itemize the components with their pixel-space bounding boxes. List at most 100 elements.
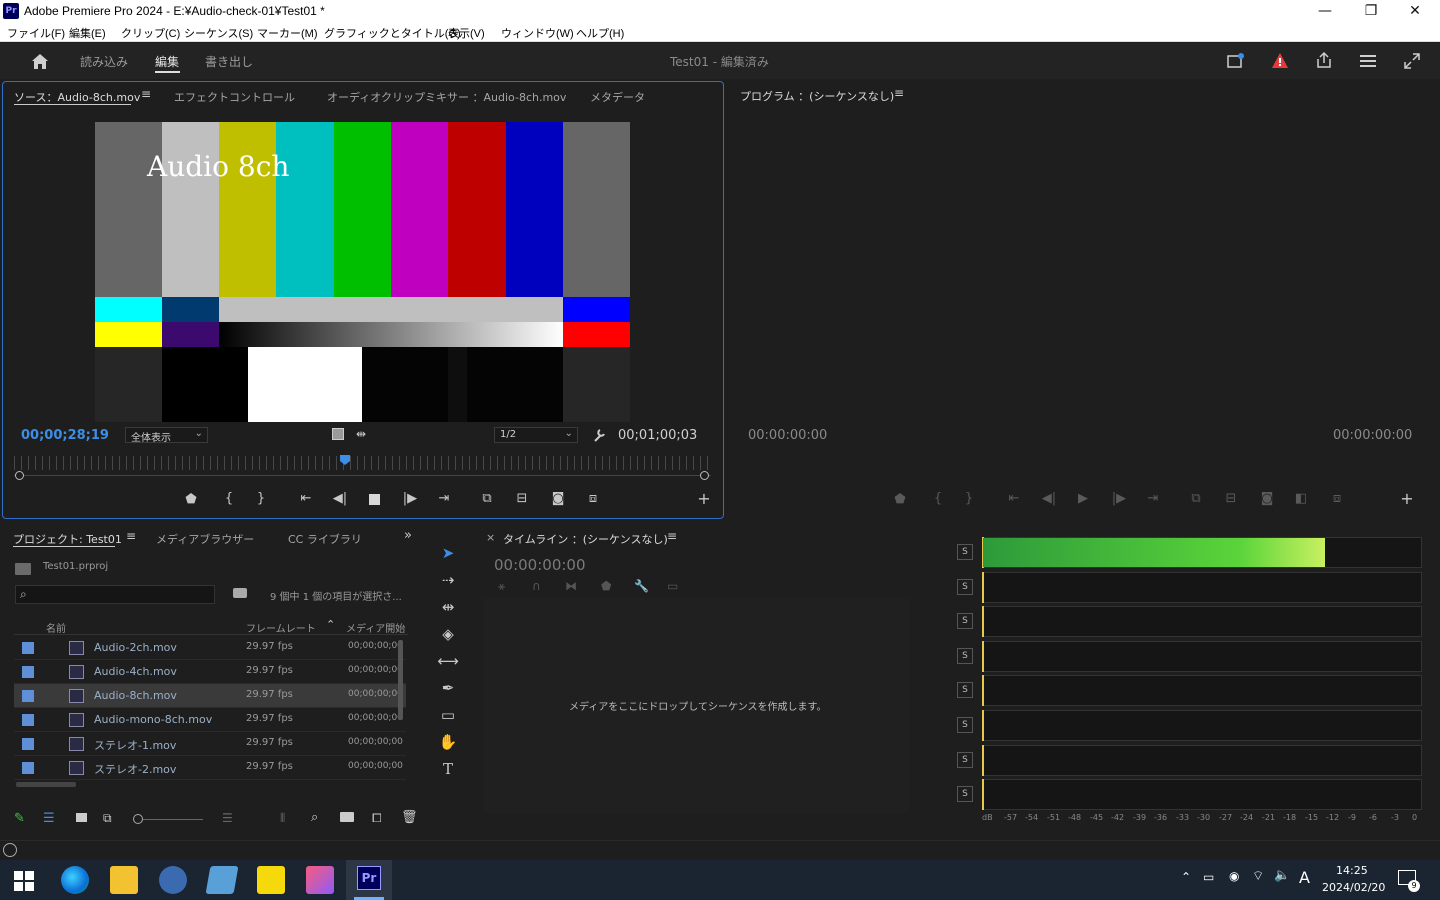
insert-overwrite-icon[interactable]: ⇹: [356, 427, 366, 441]
solo-button[interactable]: S: [957, 578, 973, 595]
zoom-slider-handle[interactable]: [133, 814, 143, 824]
clip-name[interactable]: ステレオ-1.mov: [94, 737, 176, 753]
menu-clip[interactable]: クリップ(C): [121, 25, 180, 41]
menu-file[interactable]: ファイル(F): [7, 25, 65, 41]
tab-import[interactable]: 読み込み: [80, 53, 128, 70]
stop-icon[interactable]: [369, 494, 380, 505]
camera-icon[interactable]: ◙: [1255, 491, 1279, 506]
zoom-slider-track[interactable]: [143, 819, 203, 820]
trash-icon[interactable]: 🗑: [401, 810, 418, 825]
tab-cc-libraries[interactable]: CC ライブラリ: [288, 531, 362, 547]
mark-in-icon[interactable]: {: [926, 491, 950, 506]
quick-export-icon[interactable]: [1227, 53, 1245, 69]
tab-project[interactable]: プロジェクト: Test01: [13, 531, 122, 547]
new-bin-icon[interactable]: [340, 812, 354, 822]
sort-icons-icon[interactable]: ☰: [222, 811, 233, 825]
menu-help[interactable]: ヘルプ(H): [576, 25, 624, 41]
wifi-icon[interactable]: ⌔: [1252, 868, 1264, 884]
background-tasks-icon[interactable]: [3, 843, 17, 857]
go-to-out-icon[interactable]: ⇥: [1141, 491, 1165, 506]
camera-icon[interactable]: ◙: [546, 491, 570, 506]
tab-export[interactable]: 書き出し: [205, 53, 253, 70]
menu-graphics[interactable]: グラフィックとタイトル(G): [324, 25, 461, 41]
go-to-in-icon[interactable]: ⇤: [1002, 491, 1026, 506]
clip-name[interactable]: Audio-2ch.mov: [94, 641, 177, 654]
step-back-icon[interactable]: ◀|: [1037, 491, 1061, 506]
multicam-icon[interactable]: ⧈: [581, 491, 605, 506]
mark-out-icon[interactable]: }: [957, 491, 981, 506]
project-list-scrollbar[interactable]: [398, 640, 403, 720]
edge-browser-icon[interactable]: [61, 866, 89, 894]
windows-start-icon[interactable]: [14, 871, 34, 891]
label-color-swatch[interactable]: [22, 714, 34, 726]
menu-window[interactable]: ウィンドウ(W): [501, 25, 574, 41]
menu-sequence[interactable]: シーケンス(S): [184, 25, 253, 41]
table-row[interactable]: ステレオ-2.mov 29.97 fps 00;00;00;00: [14, 756, 406, 780]
ripple-edit-tool-icon[interactable]: ⇹: [436, 595, 460, 619]
label-color-swatch[interactable]: [22, 666, 34, 678]
add-marker-icon[interactable]: ⬟: [601, 579, 611, 593]
panel-menu-icon[interactable]: ≡: [894, 86, 904, 100]
warning-icon[interactable]: [1271, 52, 1289, 69]
step-back-icon[interactable]: ◀|: [328, 491, 352, 506]
tab-effect-controls[interactable]: エフェクトコントロール: [174, 89, 295, 105]
speaker-icon[interactable]: 🔈: [1274, 868, 1290, 883]
column-name[interactable]: 名前: [46, 620, 66, 635]
taskbar-clock-date[interactable]: 2024/02/20: [1322, 881, 1385, 894]
hand-tool-icon[interactable]: ✋: [436, 730, 460, 754]
panel-menu-icon[interactable]: ≡: [141, 87, 151, 101]
add-marker-icon[interactable]: ⬟: [179, 492, 203, 507]
table-row[interactable]: Audio-8ch.mov 29.97 fps 00;00;00;00: [14, 684, 406, 708]
menu-marker[interactable]: マーカー(M): [257, 25, 318, 41]
paint-app-icon[interactable]: [159, 866, 187, 894]
zoom-level-select[interactable]: 全体表示 ⌄: [125, 427, 208, 444]
razor-tool-icon[interactable]: ◈: [436, 622, 460, 646]
table-row[interactable]: Audio-2ch.mov 29.97 fps 00;00;00;00: [14, 636, 406, 660]
scroll-handle-right[interactable]: [700, 471, 709, 480]
overwrite-icon[interactable]: ⊟: [510, 491, 534, 506]
tab-timeline[interactable]: タイムライン ：(シーケンスなし): [503, 531, 668, 547]
solo-button[interactable]: S: [957, 647, 973, 664]
pen-tool-icon[interactable]: ✒: [436, 676, 460, 700]
button-editor-plus-icon[interactable]: +: [692, 489, 716, 508]
tab-media-browser[interactable]: メディアブラウザー: [156, 531, 254, 547]
solo-button[interactable]: S: [957, 613, 973, 630]
write-lock-pencil-icon[interactable]: ✎: [14, 811, 25, 826]
insert-icon[interactable]: ⧉: [475, 491, 499, 506]
nest-icon[interactable]: ⚹: [498, 579, 505, 594]
solo-button[interactable]: S: [957, 751, 973, 768]
track-select-tool-icon[interactable]: ⇢: [436, 568, 460, 592]
table-row[interactable]: ステレオ-1.mov 29.97 fps 00;00;00;00: [14, 732, 406, 756]
menu-view[interactable]: 表示(V): [448, 25, 485, 41]
taskbar-clock-time[interactable]: 14:25: [1336, 864, 1368, 877]
menu-edit[interactable]: 編集(E): [69, 25, 106, 41]
table-row[interactable]: Audio-4ch.mov 29.97 fps 00;00;00;00: [14, 660, 406, 684]
automate-to-sequence-icon[interactable]: ⦀: [280, 811, 285, 826]
clip-name[interactable]: Audio-8ch.mov: [94, 689, 177, 702]
step-forward-icon[interactable]: |▶: [398, 491, 422, 506]
source-current-timecode[interactable]: 00;00;28;19: [21, 428, 109, 443]
selection-tool-icon[interactable]: ➤: [436, 541, 460, 565]
solo-button[interactable]: S: [957, 682, 973, 699]
solo-button[interactable]: S: [957, 717, 973, 733]
panel-menu-icon[interactable]: ≡: [667, 529, 677, 543]
playback-resolution-select[interactable]: 1/2 ⌄: [494, 427, 578, 443]
share-icon[interactable]: [1315, 51, 1333, 69]
home-icon[interactable]: [30, 52, 50, 70]
slip-tool-icon[interactable]: ⟷: [436, 649, 460, 673]
panel-menu-icon[interactable]: ≡: [126, 529, 136, 543]
type-tool-icon[interactable]: T: [436, 757, 460, 781]
creative-cloud-icon[interactable]: [306, 866, 334, 894]
source-scroll-track[interactable]: [14, 475, 711, 476]
freeform-view-icon[interactable]: ⧉: [103, 811, 112, 826]
column-frame-rate[interactable]: フレームレート: [246, 620, 316, 635]
snap-icon[interactable]: ∩: [532, 579, 541, 593]
close-timeline-icon[interactable]: ×: [486, 531, 495, 544]
icon-view-icon[interactable]: [76, 813, 87, 822]
close-button[interactable]: ✕: [1392, 0, 1438, 22]
clip-name[interactable]: Audio-mono-8ch.mov: [94, 713, 212, 726]
captions-icon[interactable]: ▭: [667, 579, 678, 593]
minimize-button[interactable]: —: [1302, 0, 1348, 22]
clip-name[interactable]: Audio-4ch.mov: [94, 665, 177, 678]
notepad-icon[interactable]: [205, 866, 239, 894]
